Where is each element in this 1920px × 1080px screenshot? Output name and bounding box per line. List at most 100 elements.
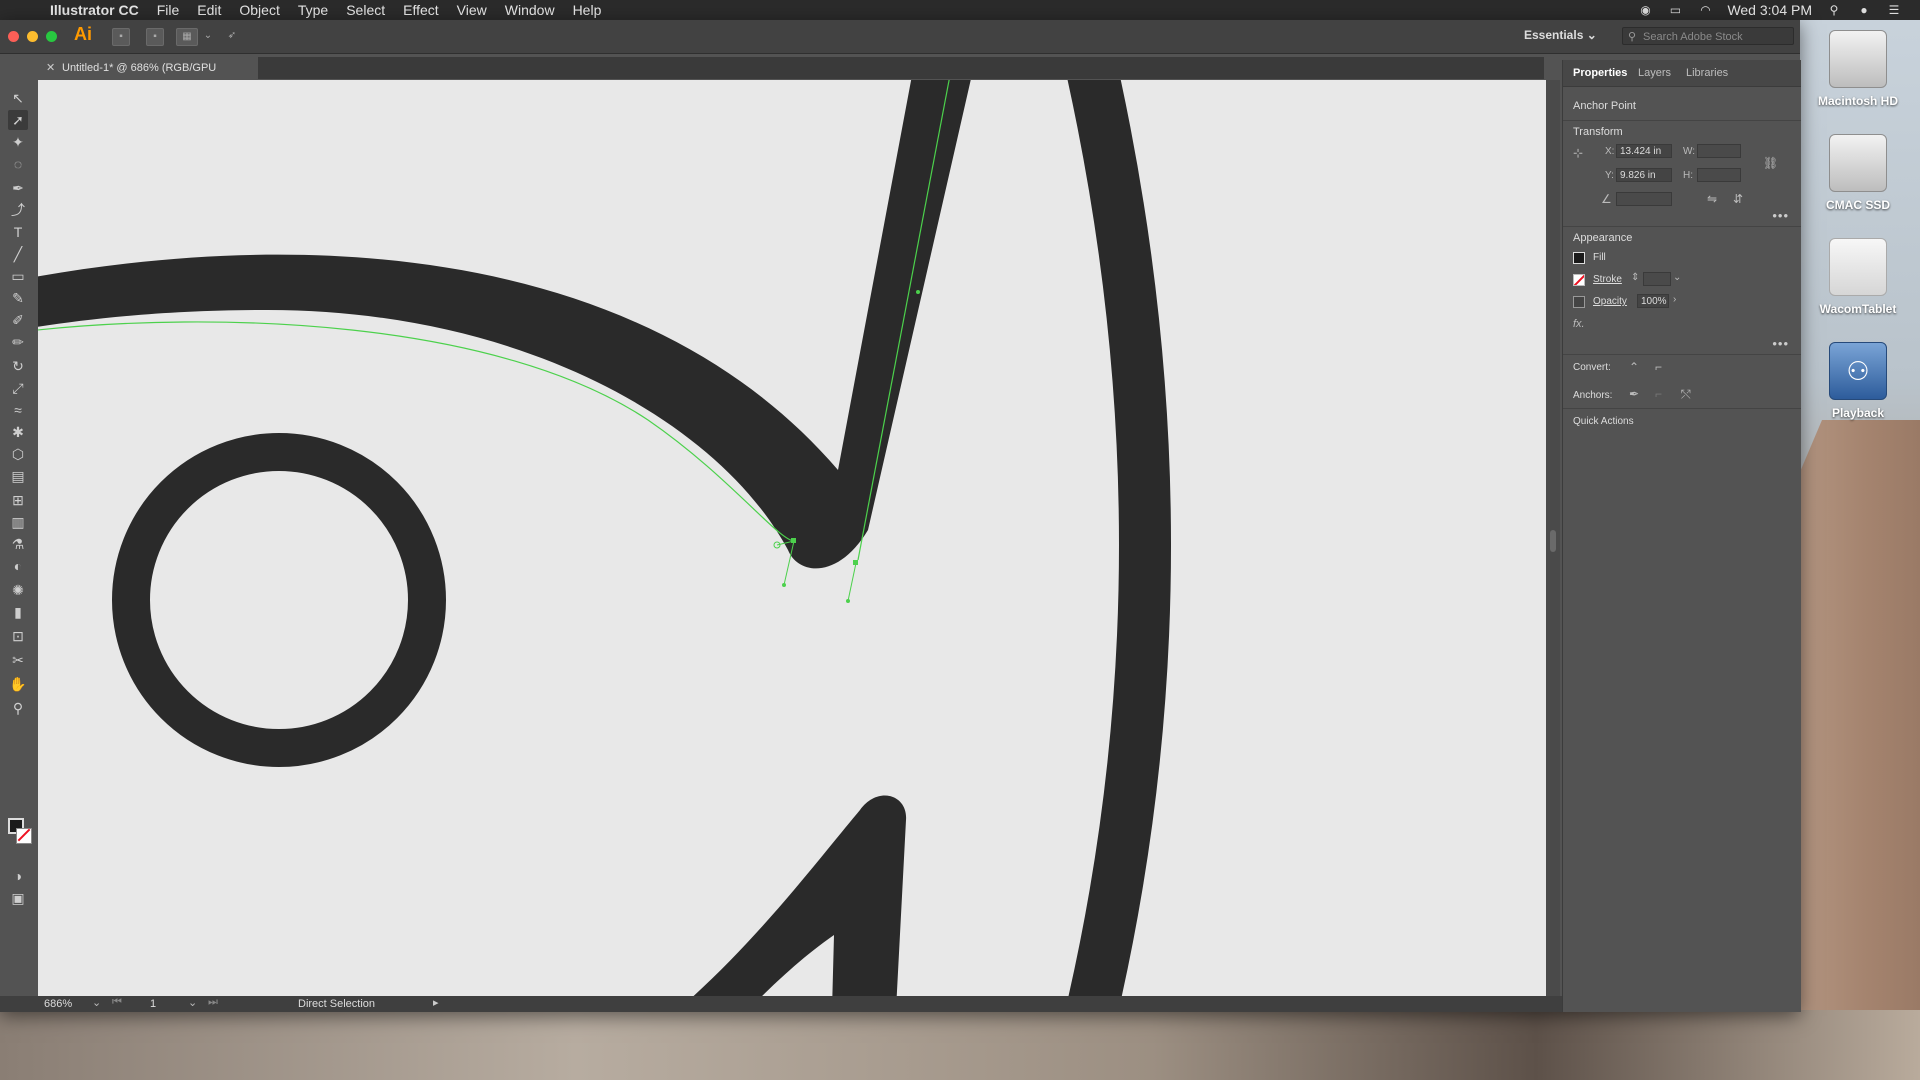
drawing-modes-icon[interactable]: ◑ (8, 866, 28, 886)
symbol-sprayer-tool-icon[interactable]: ✺ (8, 580, 28, 600)
selection-tool-icon[interactable]: ↖ (8, 88, 28, 108)
rotate-tool-icon[interactable]: ↻ (8, 356, 28, 376)
h-field[interactable] (1697, 168, 1741, 182)
first-artboard-icon[interactable]: ⏮ (112, 996, 122, 1009)
stroke-swatch[interactable] (16, 828, 32, 844)
zoom-tool-icon[interactable]: ⚲ (8, 698, 28, 718)
menu-window[interactable]: Window (505, 2, 555, 18)
convert-corner-icon[interactable]: ⌃ (1629, 360, 1639, 374)
notification-center-icon[interactable]: ☰ (1886, 3, 1902, 17)
paintbrush-tool-icon[interactable]: ✎ (8, 288, 28, 308)
constrain-proportions-icon[interactable]: ⛓ (1763, 156, 1778, 170)
convert-smooth-icon[interactable]: ⌐ (1655, 360, 1662, 374)
zoom-level-field[interactable]: 686% (44, 997, 94, 1011)
shape-builder-tool-icon[interactable]: ⬡ (8, 444, 28, 464)
mesh-tool-icon[interactable]: ⊞ (8, 490, 28, 510)
reference-point-icon[interactable]: ⊹ (1573, 146, 1583, 160)
x-field[interactable]: 13.424 in (1616, 144, 1672, 158)
vertical-scrollbar[interactable] (1546, 80, 1560, 996)
hand-tool-icon[interactable]: ✋ (8, 674, 28, 694)
perspective-grid-tool-icon[interactable]: ▤ (8, 466, 28, 486)
desktop-icon-wacomtablet[interactable]: WacomTablet (1808, 238, 1908, 316)
eyedropper-tool-icon[interactable]: ⚗ (8, 534, 28, 554)
gradient-tool-icon[interactable]: ▥ (8, 512, 28, 532)
chevron-right-icon[interactable]: › (1673, 294, 1676, 305)
artboard-tool-icon[interactable]: ⊡ (8, 626, 28, 646)
menubar-app-name[interactable]: Illustrator CC (50, 2, 139, 18)
desktop-icon-cmac-ssd[interactable]: CMAC SSD (1808, 134, 1908, 212)
artboard-canvas[interactable] (38, 80, 1546, 996)
menubar-clock[interactable]: Wed 3:04 PM (1727, 2, 1812, 18)
puppet-warp-tool-icon[interactable]: ✱ (8, 422, 28, 442)
blend-tool-icon[interactable]: ◐ (8, 556, 28, 576)
current-tool-status[interactable]: Direct Selection (298, 997, 375, 1011)
tab-properties[interactable]: Properties (1573, 67, 1627, 79)
menu-view[interactable]: View (457, 2, 487, 18)
scale-tool-icon[interactable]: ⤢ (8, 378, 28, 398)
flip-horizontal-icon[interactable]: ⇋ (1707, 192, 1717, 206)
tab-layers[interactable]: Layers (1638, 67, 1671, 79)
menu-type[interactable]: Type (298, 2, 328, 18)
window-minimize-button[interactable] (27, 31, 38, 42)
arrange-documents-icon[interactable]: ▦ (176, 28, 198, 46)
gpu-performance-icon[interactable]: ➶ (224, 28, 240, 44)
artboard-number-field[interactable]: 1 (150, 997, 156, 1011)
stroke-weight-stepper-icon[interactable]: ⇕ (1631, 272, 1639, 283)
search-stock-input[interactable]: ⚲ Search Adobe Stock (1622, 27, 1794, 45)
chevron-down-icon[interactable]: ⌄ (92, 996, 101, 1009)
stock-icon[interactable]: ▪ (146, 28, 164, 46)
warp-tool-icon[interactable]: ≈ (8, 400, 28, 420)
column-graph-tool-icon[interactable]: ▮ (8, 602, 28, 622)
siri-icon[interactable]: ● (1856, 3, 1872, 17)
chevron-down-icon[interactable]: ⌄ (200, 28, 216, 44)
remove-anchor-icon[interactable]: ✒ (1629, 387, 1639, 401)
menu-edit[interactable]: Edit (197, 2, 221, 18)
wifi-icon[interactable]: ◠ (1697, 3, 1713, 17)
screen-record-icon[interactable]: ◉ (1637, 3, 1653, 17)
flip-vertical-icon[interactable]: ⇵ (1733, 192, 1743, 206)
menu-effect[interactable]: Effect (403, 2, 439, 18)
type-tool-icon[interactable]: T (8, 222, 28, 242)
stroke-color-swatch[interactable] (1573, 274, 1585, 286)
airplay-icon[interactable]: ▭ (1667, 3, 1683, 17)
chevron-down-icon[interactable]: ⌄ (188, 996, 197, 1009)
workspace-switcher[interactable]: Essentials ⌄ (1524, 28, 1597, 42)
menu-select[interactable]: Select (346, 2, 385, 18)
tab-libraries[interactable]: Libraries (1686, 67, 1728, 79)
fx-icon[interactable]: fx. (1573, 318, 1585, 330)
opacity-field[interactable]: 100% (1637, 294, 1669, 308)
desktop-icon-playback[interactable]: ⚇ Playback (1808, 342, 1908, 420)
spotlight-search-icon[interactable]: ⚲ (1826, 3, 1842, 17)
menu-file[interactable]: File (157, 2, 180, 18)
opacity-link[interactable]: Opacity (1593, 296, 1627, 307)
menu-object[interactable]: Object (239, 2, 279, 18)
y-field[interactable]: 9.826 in (1616, 168, 1672, 182)
scrollbar-thumb[interactable] (1550, 530, 1556, 552)
slice-tool-icon[interactable]: ✂ (8, 650, 28, 670)
pen-tool-icon[interactable]: ✒ (8, 178, 28, 198)
window-close-button[interactable] (8, 31, 19, 42)
connect-anchors-icon[interactable]: ⤲ (1681, 387, 1691, 402)
w-field[interactable] (1697, 144, 1741, 158)
document-tab[interactable]: ✕ Untitled-1* @ 686% (RGB/GPU Preview) (38, 57, 258, 96)
desktop-icon-macintosh-hd[interactable]: Macintosh HD (1808, 30, 1908, 108)
window-zoom-button[interactable] (46, 31, 57, 42)
pencil-tool-icon[interactable]: ✏ (8, 332, 28, 352)
bridge-icon[interactable]: ▪ (112, 28, 130, 46)
cut-path-icon[interactable]: ⌐ (1655, 387, 1662, 401)
chevron-down-icon[interactable]: ⌄ (1673, 272, 1681, 283)
lasso-tool-icon[interactable]: ◌ (8, 154, 28, 174)
menu-help[interactable]: Help (573, 2, 602, 18)
line-tool-icon[interactable]: ╱ (8, 244, 28, 264)
close-tab-icon[interactable]: ✕ (46, 57, 55, 79)
next-artboard-icon[interactable]: ⏭ (208, 996, 218, 1009)
more-appearance-options-icon[interactable]: ••• (1772, 336, 1789, 351)
stroke-weight-field[interactable] (1643, 272, 1671, 286)
direct-selection-tool-icon[interactable]: ➚ (8, 110, 28, 130)
screen-mode-icon[interactable]: ▣ (8, 888, 28, 908)
fill-color-swatch[interactable] (1573, 252, 1585, 264)
stroke-link[interactable]: Stroke (1593, 274, 1622, 285)
shaper-tool-icon[interactable]: ✐ (8, 310, 28, 330)
curvature-tool-icon[interactable]: ⤴ (8, 200, 28, 220)
more-transform-options-icon[interactable]: ••• (1772, 208, 1789, 223)
